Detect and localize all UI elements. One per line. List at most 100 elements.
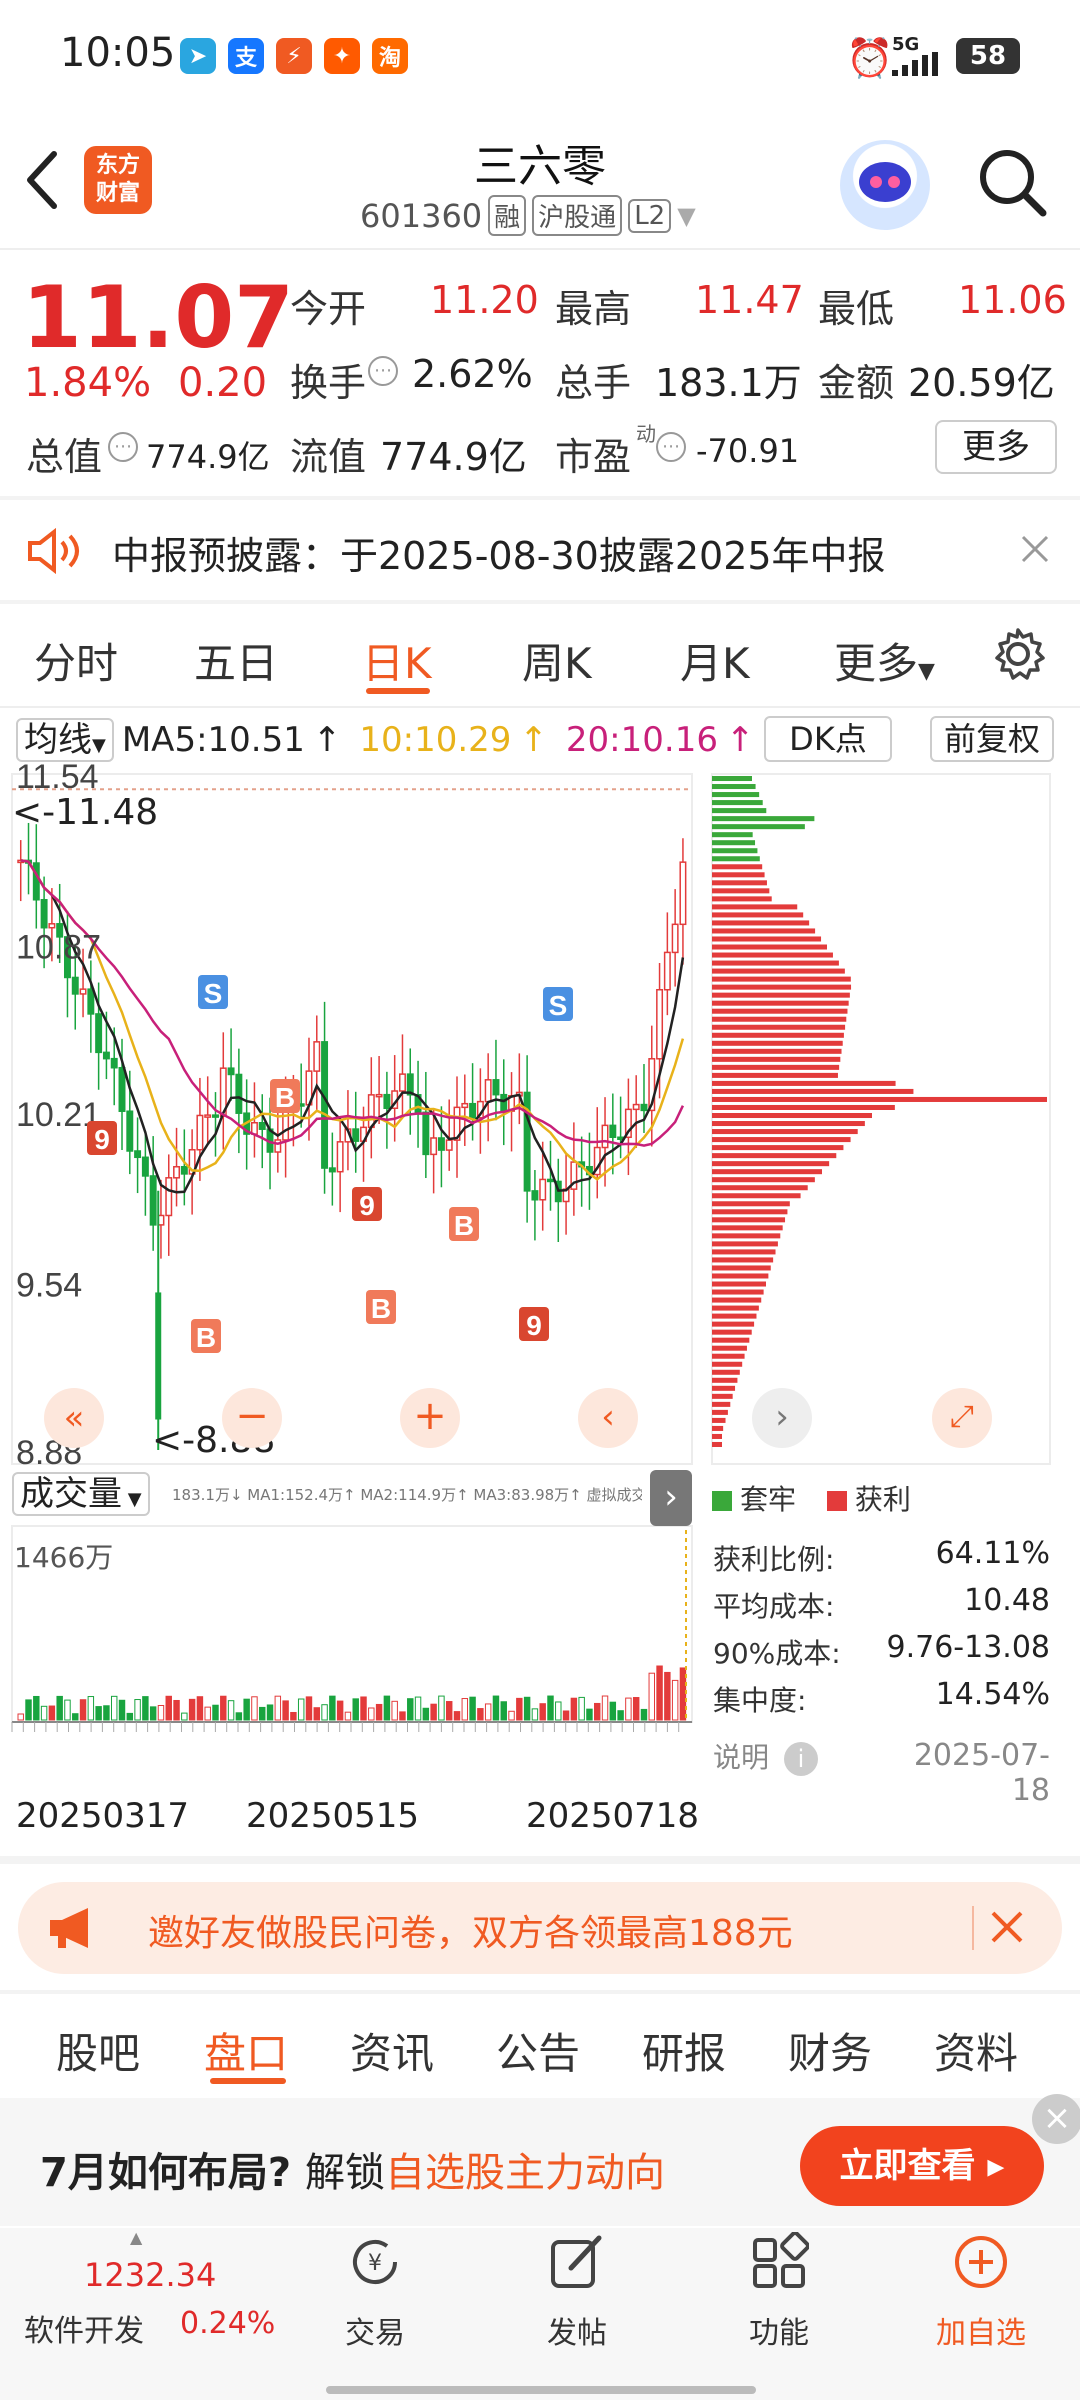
nav-post[interactable]: 发帖 [502, 2232, 652, 2352]
chip-bar [712, 1313, 757, 1319]
sector-change: 0.24% [180, 2306, 276, 2341]
candle-body [32, 862, 40, 901]
volume-max-label: 1466万 [14, 1541, 114, 1574]
candle-body [180, 1166, 188, 1175]
avg-cost-label: 平均成本: [713, 1590, 835, 1623]
candle-body [367, 1094, 375, 1129]
candle-body [110, 1057, 118, 1069]
tab-profile[interactable]: 资料 [934, 2020, 1018, 2081]
volume-bar [259, 1706, 266, 1721]
candle-body [40, 899, 48, 929]
volume-bar [48, 1705, 56, 1721]
candle-body [398, 1073, 406, 1092]
close-icon[interactable] [990, 1910, 1024, 1944]
banner-separator [972, 1906, 974, 1950]
volume-bar [87, 1696, 95, 1721]
nav-functions[interactable]: 功能 [704, 2231, 854, 2352]
close-icon[interactable]: × [1032, 2094, 1080, 2144]
chip-bar [712, 1161, 830, 1167]
chip-bar [712, 1249, 776, 1255]
info-icon[interactable]: ⋯ [656, 432, 686, 462]
chip-bar [712, 1369, 740, 1375]
volume-bar [126, 1712, 134, 1721]
search-icon[interactable] [975, 145, 1049, 219]
tab-pankou[interactable]: 盘口 [204, 2020, 288, 2081]
sector-index-value[interactable]: 1232.34 [84, 2256, 216, 2294]
ma10-value: 10:10.29 [359, 720, 512, 760]
tab-announcements[interactable]: 公告 [496, 2020, 580, 2081]
chip-bar [712, 896, 772, 902]
assistant-avatar-icon[interactable] [840, 140, 930, 230]
nav-add-watchlist[interactable]: 加自选 [906, 2232, 1056, 2352]
stock-subtitle[interactable]: 601360 融 沪股通 L2 ▼ [360, 195, 696, 236]
banner-text[interactable]: 邀好友做股民问卷，双方各领最高188元 [148, 1904, 793, 1956]
pe-label: 市盈 [555, 435, 632, 479]
edit-icon [551, 2235, 602, 2288]
high-value: 11.47 [695, 278, 804, 322]
note-link[interactable]: 说明 i [713, 1736, 818, 1776]
zoom-out-icon[interactable]: − [222, 1388, 282, 1448]
dropdown-icon[interactable]: ▼ [677, 202, 695, 230]
volume-bar [173, 1699, 180, 1721]
volume-bar [297, 1698, 305, 1721]
pe-superscript: 动 [636, 422, 656, 446]
tab-finance[interactable]: 财务 [788, 2020, 872, 2081]
close-icon[interactable] [1020, 534, 1050, 564]
expand-panel-icon[interactable]: › [650, 1470, 692, 1526]
notice-text[interactable]: 中报预披露：于2025-08-30披露2025年中报 [112, 525, 886, 580]
volume-bar [594, 1702, 601, 1721]
chip-bar [712, 1137, 851, 1143]
tab-five-day[interactable]: 五日 [194, 630, 278, 691]
ma-toolbar: 均线▼ MA5:10.51 ↑ 10:10.29 ↑ 20:10.16 ↑ [16, 716, 754, 764]
view-now-button[interactable]: 立即查看 ▸ [800, 2126, 1044, 2206]
tab-news[interactable]: 资讯 [350, 2020, 434, 2081]
chip-bar [712, 864, 763, 870]
adjust-button[interactable]: 前复权 [930, 716, 1054, 762]
ma-select[interactable]: 均线▼ [16, 718, 114, 762]
settings-gear-icon[interactable] [990, 626, 1046, 682]
dk-button[interactable]: DK点 [764, 716, 892, 762]
chip-bar [712, 1072, 838, 1078]
volume-select[interactable]: 成交量 ▼ [12, 1472, 150, 1516]
l2-tag: L2 [628, 198, 672, 233]
expand-icon[interactable]: ⤢ [932, 1388, 992, 1448]
chip-prev-icon[interactable]: › [752, 1388, 812, 1448]
scroll-left-fast-icon[interactable]: « [44, 1388, 104, 1448]
sector-name[interactable]: 软件开发 [24, 2306, 144, 2350]
zoom-in-icon[interactable]: + [400, 1388, 460, 1448]
volume-bar [555, 1701, 562, 1721]
candle-body [492, 1079, 500, 1096]
tab-more[interactable]: 更多▼ [834, 630, 935, 691]
info-icon[interactable]: ⋯ [108, 432, 138, 462]
tab-research[interactable]: 研报 [642, 2020, 726, 2081]
nav-trade[interactable]: ¥ 交易 [300, 2232, 450, 2352]
tab-intraday[interactable]: 分时 [34, 630, 118, 691]
chip-bar [712, 1393, 733, 1399]
scroll-left-icon[interactable]: ‹ [578, 1388, 638, 1448]
more-quote-button[interactable]: 更多 [935, 420, 1057, 474]
open-label: 今开 [290, 287, 367, 331]
chip-bar [712, 1209, 788, 1215]
volume-bar [274, 1695, 282, 1721]
candle-body [336, 1141, 344, 1173]
tab-daily-k[interactable]: 日K [362, 630, 432, 691]
chip-bar [712, 1201, 790, 1207]
date-label-mid: 20250515 [246, 1796, 420, 1836]
chip-bar [712, 1040, 843, 1046]
ma5-value: MA5:10.51 [121, 720, 305, 760]
volume-bar [508, 1710, 515, 1721]
tab-monthly-k[interactable]: 月K [680, 630, 750, 691]
info-icon[interactable]: ⋯ [368, 356, 398, 386]
chip-bar [712, 1257, 774, 1263]
volume-bar [321, 1704, 328, 1721]
signal-label: 9 [526, 1310, 542, 1341]
tab-guba[interactable]: 股吧 [56, 2020, 140, 2081]
chip-bar [712, 1289, 764, 1295]
market-cap-label: 总值 [26, 435, 103, 479]
chip-bar [712, 1129, 858, 1135]
volume-bar [477, 1708, 484, 1721]
ma-line-MA5 [20, 859, 685, 1194]
tab-weekly-k[interactable]: 周K [522, 630, 592, 691]
volume-bar [492, 1695, 500, 1721]
volume-bar [227, 1700, 235, 1721]
